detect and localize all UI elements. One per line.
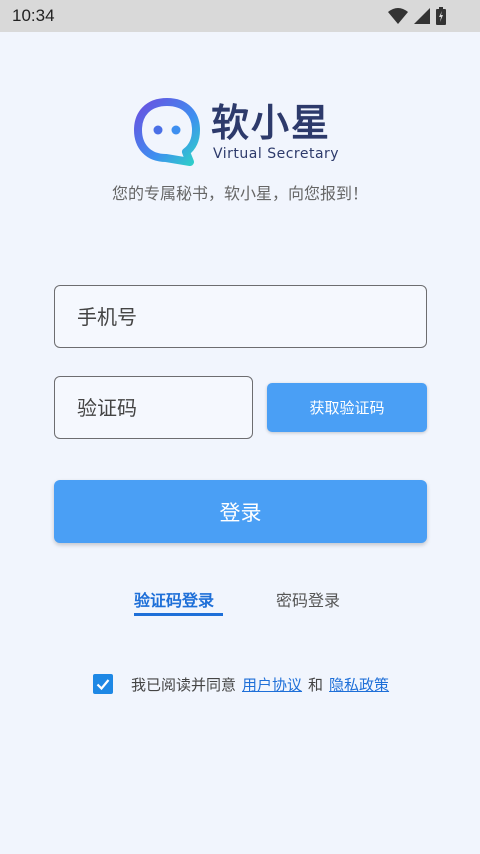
battery-icon <box>436 7 446 25</box>
brand-subtitle: Virtual Secretary <box>213 146 340 162</box>
checkmark-icon <box>96 679 110 691</box>
agreement-checkbox[interactable] <box>93 674 113 694</box>
brand-logo: 软小星 Virtual Secretary <box>134 98 354 166</box>
phone-field-container <box>54 285 427 348</box>
agreement-row: 我已阅读并同意 用户协议 和 隐私政策 <box>93 673 389 695</box>
agreement-prefix: 我已阅读并同意 <box>131 675 237 694</box>
tab-code-login[interactable]: 验证码登录 <box>134 587 214 611</box>
status-icons <box>388 7 446 25</box>
active-tab-indicator <box>134 613 223 616</box>
get-code-button[interactable]: 获取验证码 <box>267 383 427 432</box>
status-bar: 10:34 <box>0 0 480 32</box>
slogan: 您的专属秘书，软小星，向您报到！ <box>111 184 368 203</box>
cell-signal-icon <box>414 8 430 24</box>
tab-password-login[interactable]: 密码登录 <box>276 587 340 611</box>
chat-bubble-logo-icon <box>134 98 200 166</box>
agreement-and: 和 <box>308 675 324 694</box>
phone-input[interactable] <box>55 286 426 347</box>
code-field-container <box>54 376 253 439</box>
privacy-policy-link[interactable]: 隐私政策 <box>329 674 389 695</box>
verification-code-input[interactable] <box>55 377 252 438</box>
status-time: 10:34 <box>12 6 55 25</box>
login-button[interactable]: 登录 <box>54 480 427 543</box>
brand-name: 软小星 <box>211 101 332 145</box>
user-agreement-link[interactable]: 用户协议 <box>242 674 302 695</box>
wifi-icon <box>388 8 408 24</box>
